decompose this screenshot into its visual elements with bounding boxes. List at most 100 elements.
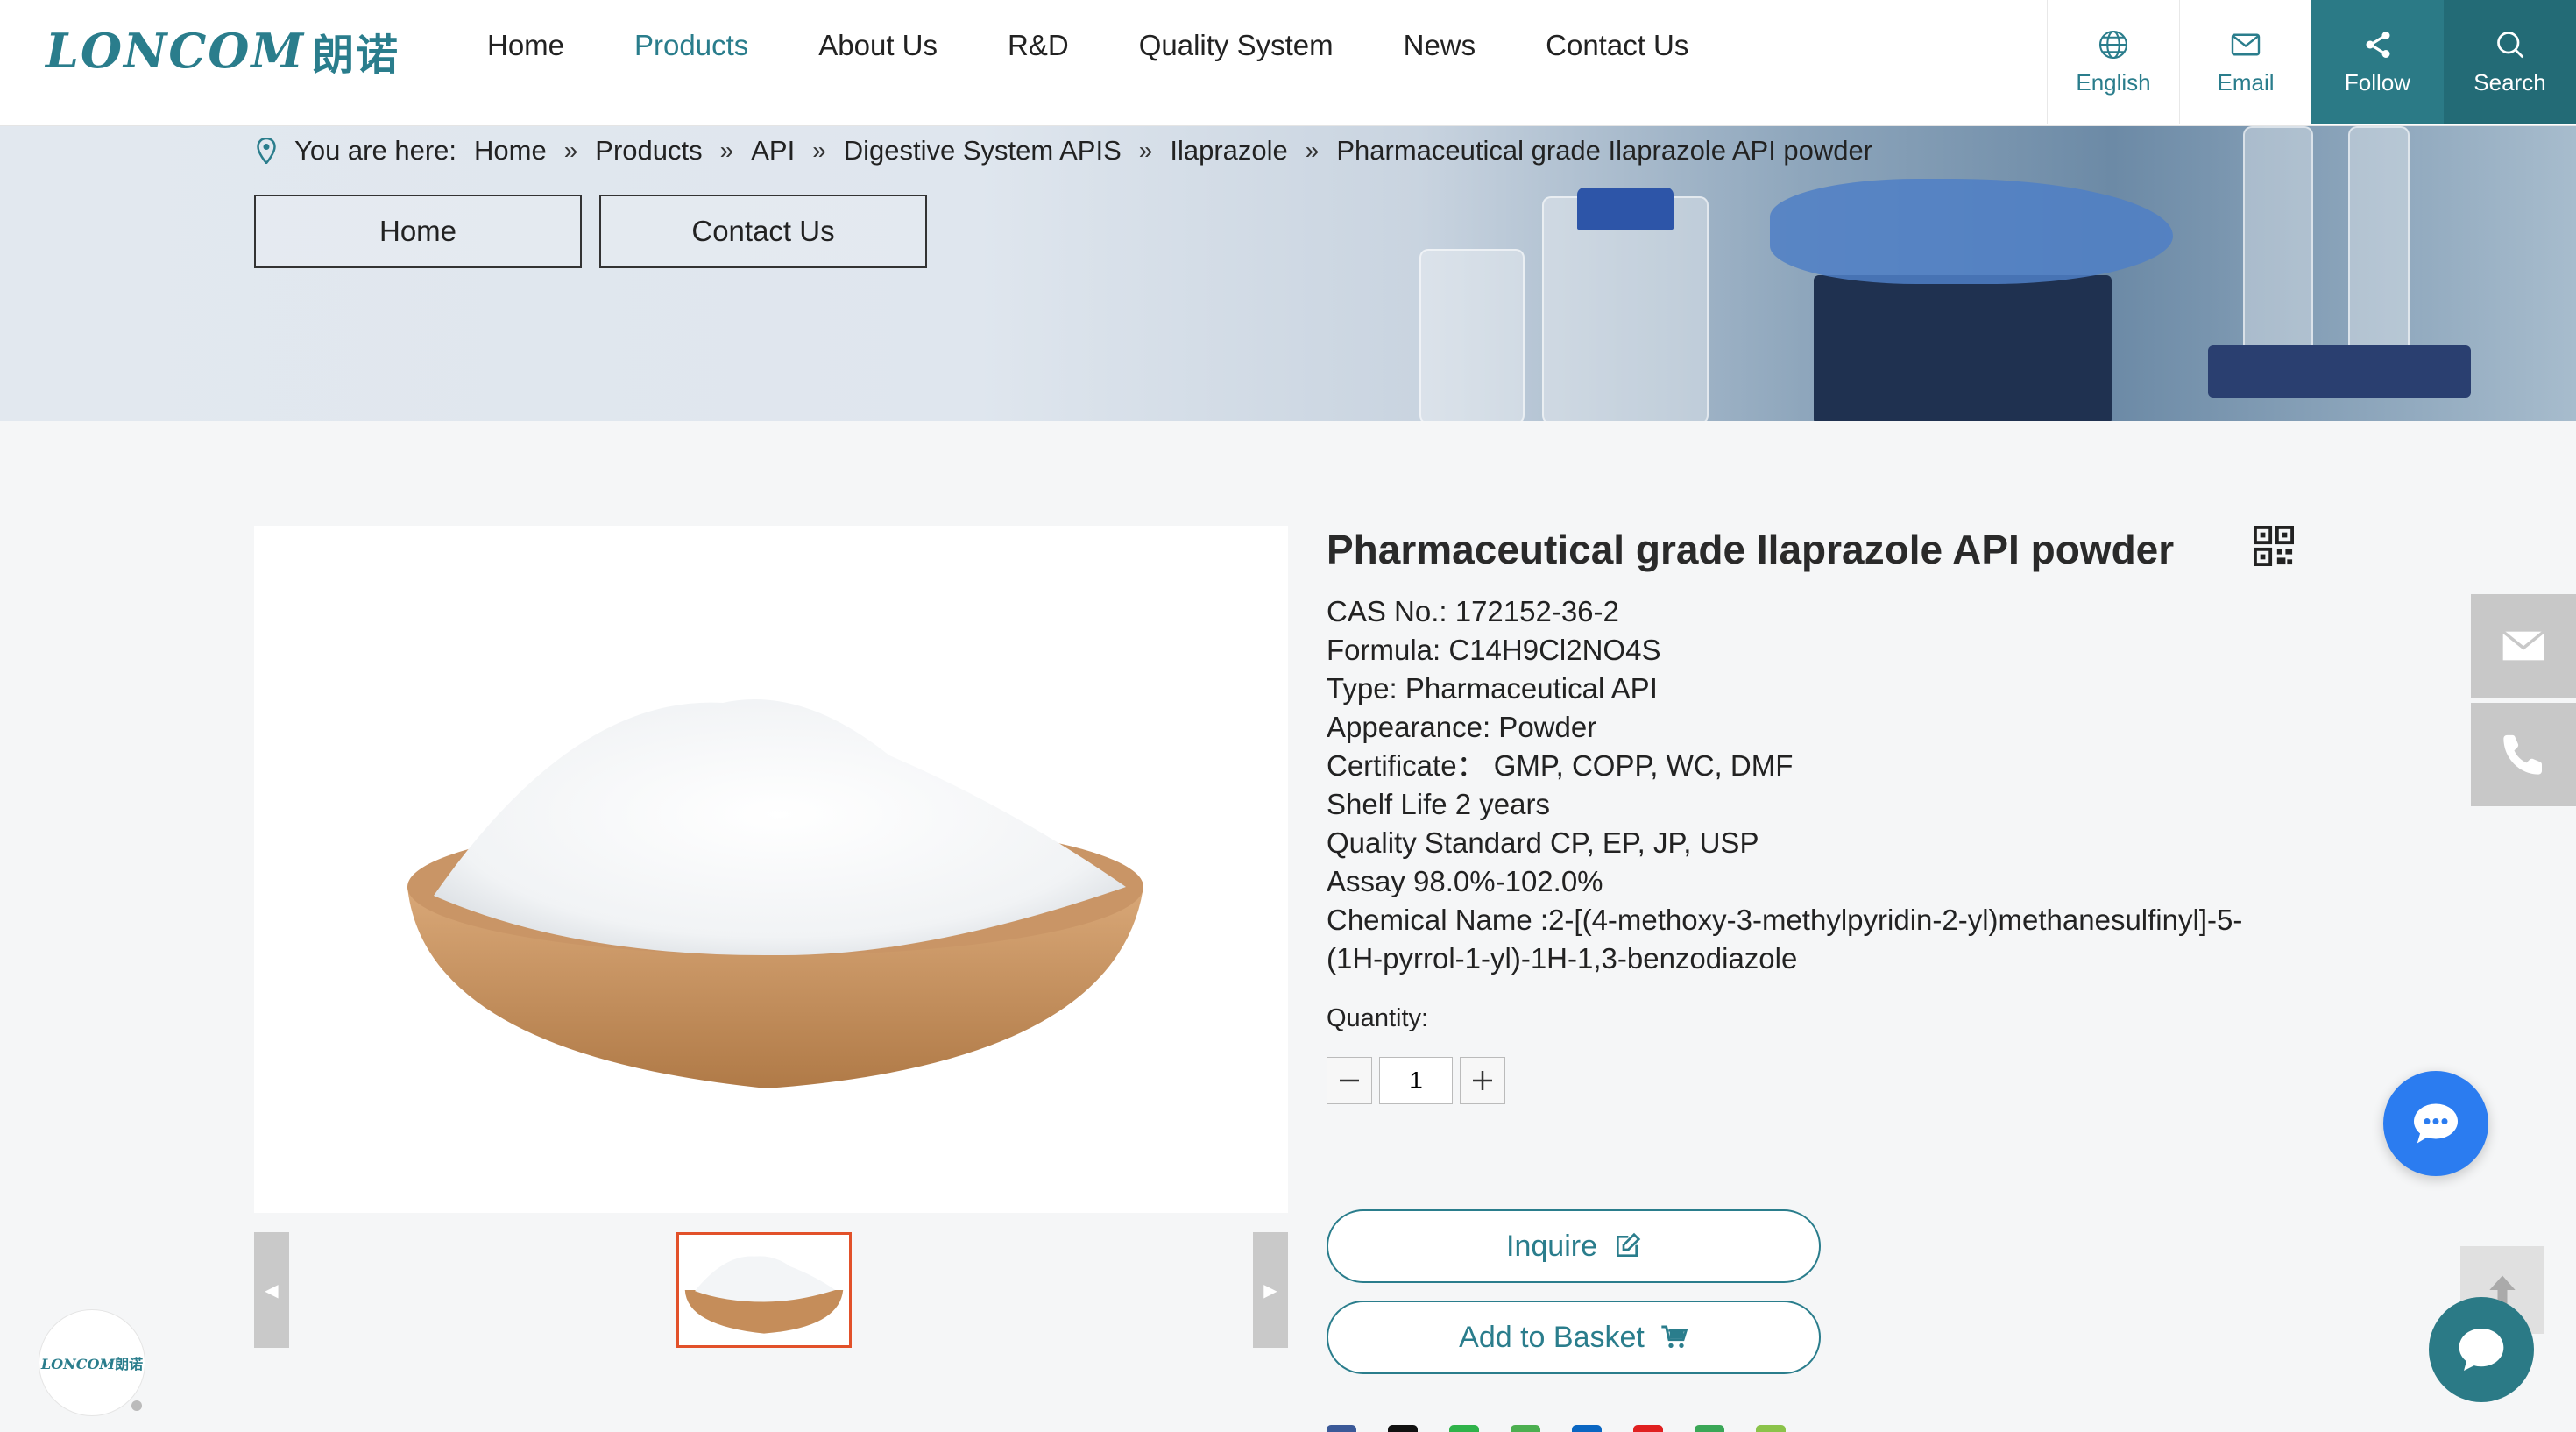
floating-logo-badge[interactable]: LONCOM朗诺	[39, 1309, 145, 1416]
breadcrumb-api[interactable]: API	[751, 135, 795, 167]
spec-assay: Assay 98.0%-102.0%	[1327, 865, 1603, 897]
breadcrumb-current: Pharmaceutical grade Ilaprazole API powd…	[1336, 135, 1873, 166]
location-pin-icon	[257, 138, 276, 164]
logo-text: LONCOM	[46, 23, 306, 79]
breadcrumb-separator: »	[563, 137, 578, 164]
quantity-decrease-button[interactable]	[1327, 1057, 1372, 1104]
search-label: Search	[2473, 68, 2546, 96]
logo-chinese: 朗诺	[312, 31, 400, 80]
mini-logo-text: LONCOM朗诺	[40, 1356, 144, 1372]
live-chat-button[interactable]	[2383, 1071, 2488, 1176]
nav-quality-system[interactable]: Quality System	[1139, 29, 1334, 62]
thumbnail-strip: ◀ ▶	[254, 1232, 1288, 1350]
banner-home-button[interactable]: Home	[254, 195, 582, 268]
breadcrumb-separator: »	[812, 137, 826, 164]
whatsapp-icon[interactable]	[1511, 1425, 1540, 1432]
spec-cas: CAS No.: 172152-36-2	[1327, 595, 1619, 627]
quantity-stepper	[1327, 1057, 1505, 1104]
side-phone-button[interactable]	[2471, 703, 2576, 806]
breadcrumb-separator: »	[1138, 137, 1153, 164]
search-icon	[2496, 31, 2523, 58]
share-buttons	[1327, 1425, 1786, 1432]
line-icon[interactable]	[1695, 1425, 1724, 1432]
caret-left-icon: ◀	[265, 1280, 279, 1301]
spec-quality-standard: Quality Standard CP, EP, JP, USP	[1327, 826, 1759, 859]
nav-contact-us[interactable]: Contact Us	[1546, 29, 1688, 62]
chat-bubble-icon	[2414, 1103, 2458, 1144]
nav-home[interactable]: Home	[487, 29, 564, 62]
spec-certificate: Certificate： GMP, COPP, WC, DMF	[1327, 749, 1794, 782]
site-logo[interactable]: LONCOM 朗诺	[46, 23, 400, 80]
quantity-label: Quantity:	[1327, 1004, 1429, 1032]
tube-rack-image	[2208, 345, 2471, 398]
email-button[interactable]: Email	[2179, 0, 2311, 124]
breadcrumb-ilaprazole[interactable]: Ilaprazole	[1170, 135, 1287, 167]
cart-icon	[1661, 1325, 1688, 1348]
spec-formula: Formula: C14H9Cl2NO4S	[1327, 634, 1661, 666]
inquire-button[interactable]: Inquire	[1327, 1209, 1821, 1283]
lab-bottle-image	[1542, 196, 1709, 421]
site-header: LONCOM 朗诺 Home Products About Us R&D Qua…	[0, 0, 2576, 126]
spec-appearance: Appearance: Powder	[1327, 711, 1597, 743]
nav-about-us[interactable]: About Us	[818, 29, 938, 62]
nav-rnd[interactable]: R&D	[1008, 29, 1069, 62]
pinterest-icon[interactable]	[1633, 1425, 1663, 1432]
header-tools: English Email Follow Search	[2047, 0, 2576, 124]
thumb-next-button[interactable]: ▶	[1253, 1232, 1288, 1348]
breadcrumb-separator: »	[719, 137, 734, 164]
thumbnail-item[interactable]	[676, 1232, 852, 1348]
spec-type: Type: Pharmaceutical API	[1327, 672, 1658, 705]
facebook-icon[interactable]	[1327, 1425, 1356, 1432]
minus-icon	[1340, 1079, 1359, 1082]
powder-bowl-thumbnail	[684, 1256, 844, 1334]
lab-equipment-image	[1814, 275, 2112, 421]
breadcrumb: You are here: Home » Products » API » Di…	[256, 135, 1872, 167]
nav-products[interactable]: Products	[634, 29, 748, 62]
side-email-button[interactable]	[2471, 594, 2576, 698]
breadcrumb-digestive-system[interactable]: Digestive System APIS	[844, 135, 1122, 167]
language-label: English	[2076, 68, 2151, 96]
globe-icon	[2098, 30, 2128, 59]
plus-icon	[1473, 1071, 1492, 1090]
email-label: Email	[2217, 68, 2275, 96]
follow-button[interactable]: Follow	[2311, 0, 2444, 124]
follow-label: Follow	[2344, 68, 2411, 96]
messenger-chat-button[interactable]	[2429, 1297, 2534, 1402]
caret-right-icon: ▶	[1263, 1280, 1277, 1301]
search-button[interactable]: Search	[2444, 0, 2576, 124]
wechat-icon[interactable]	[1449, 1425, 1479, 1432]
linkedin-icon[interactable]	[1572, 1425, 1602, 1432]
breadcrumb-home[interactable]: Home	[474, 135, 547, 167]
spec-chemical-name: Chemical Name :2-[(4-methoxy-3-methylpyr…	[1327, 904, 2243, 975]
thumb-prev-button[interactable]: ◀	[254, 1232, 289, 1348]
breadcrumb-prefix: You are here:	[294, 135, 457, 166]
nav-news[interactable]: News	[1404, 29, 1476, 62]
share-icon[interactable]	[1756, 1425, 1786, 1432]
spec-shelf-life: Shelf Life 2 years	[1327, 788, 1550, 820]
status-dot	[131, 1400, 142, 1411]
add-to-basket-label: Add to Basket	[1459, 1320, 1645, 1354]
powder-bowl-image	[407, 699, 1143, 1088]
envelope-icon	[2502, 630, 2545, 661]
twitter-icon[interactable]	[1388, 1425, 1418, 1432]
product-specs: CAS No.: 172152-36-2 Formula: C14H9Cl2NO…	[1327, 592, 2290, 978]
share-icon	[2366, 31, 2389, 58]
language-button[interactable]: English	[2047, 0, 2179, 124]
edit-icon	[1616, 1232, 1641, 1257]
main-nav: Home Products About Us R&D Quality Syste…	[487, 0, 1688, 91]
lab-glove-image	[1770, 179, 2173, 284]
banner-contact-button[interactable]: Contact Us	[599, 195, 927, 268]
quantity-input[interactable]	[1379, 1057, 1453, 1104]
quantity-increase-button[interactable]	[1460, 1057, 1505, 1104]
qr-code-icon[interactable]	[2254, 526, 2294, 566]
product-title: Pharmaceutical grade Ilaprazole API powd…	[1327, 527, 2175, 572]
envelope-icon	[2231, 33, 2261, 55]
page-banner: You are here: Home » Products » API » Di…	[0, 126, 2576, 421]
breadcrumb-separator: »	[1305, 137, 1320, 164]
speech-bubble-icon	[2459, 1329, 2504, 1371]
inquire-label: Inquire	[1506, 1229, 1597, 1263]
product-main-image[interactable]	[254, 526, 1288, 1213]
add-to-basket-button[interactable]: Add to Basket	[1327, 1301, 1821, 1374]
phone-icon	[2503, 734, 2542, 775]
breadcrumb-products[interactable]: Products	[595, 135, 702, 167]
